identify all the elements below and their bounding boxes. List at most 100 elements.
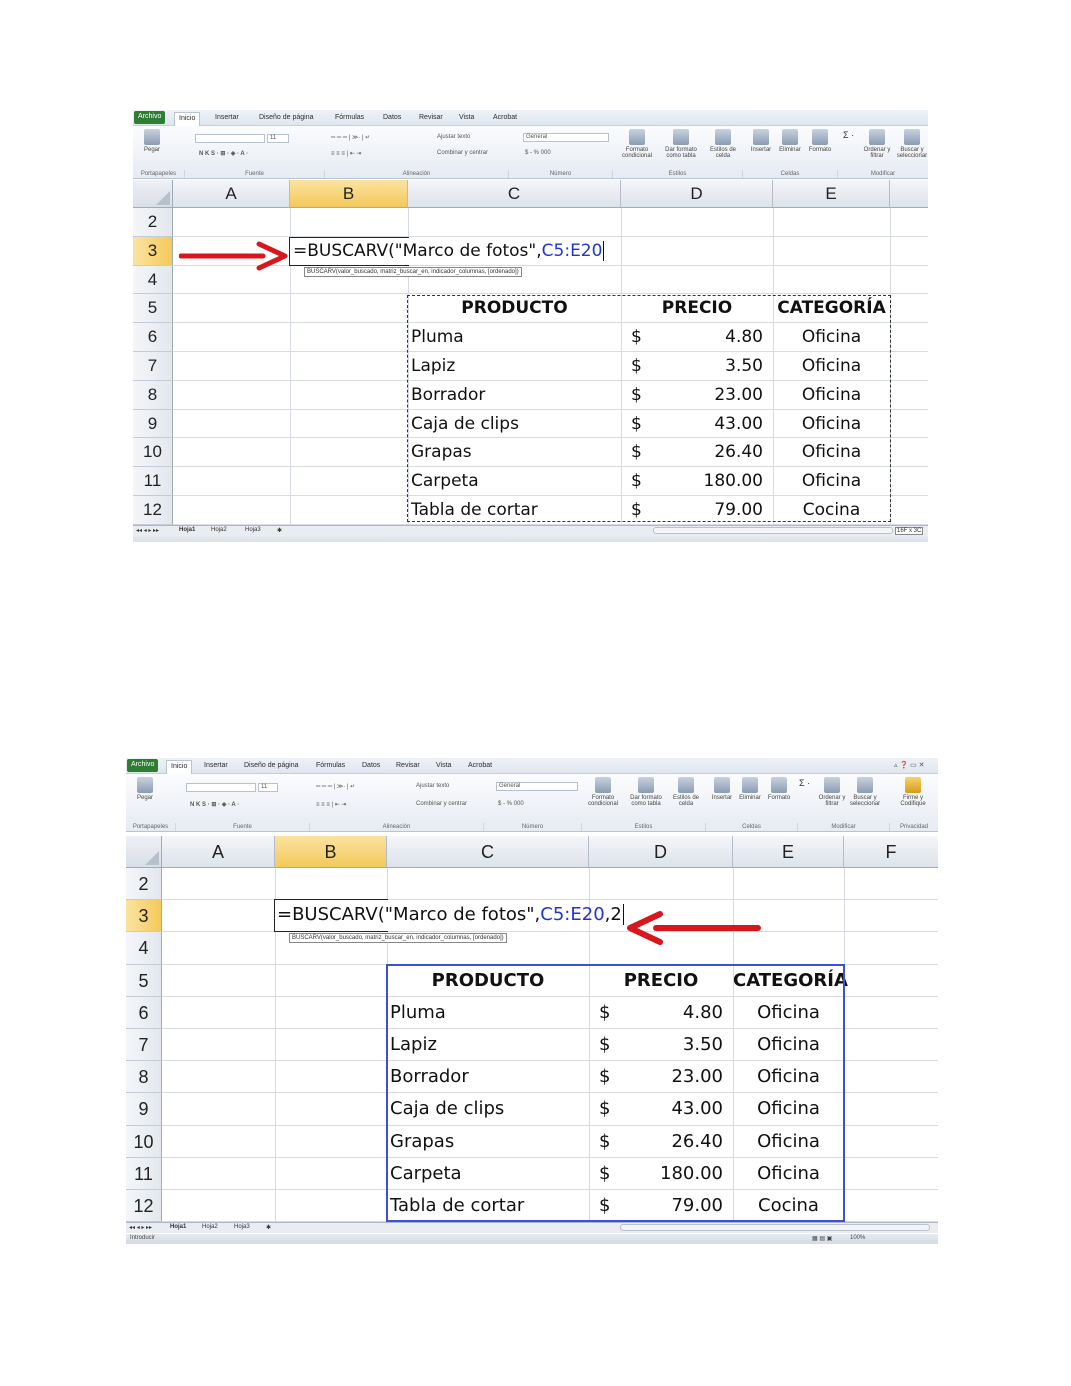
tab-revisar[interactable]: Revisar	[392, 760, 424, 774]
wrap-text-button[interactable]: Ajustar texto	[416, 783, 449, 789]
cell-styles-button[interactable]: Estilos de celda	[668, 777, 704, 807]
delete-cells-button[interactable]: Eliminar	[776, 129, 804, 153]
select-all-corner[interactable]	[126, 836, 162, 868]
row-header-6[interactable]: 6	[126, 996, 162, 1029]
cell-precio[interactable]: 3.50	[589, 1029, 723, 1061]
cell-producto[interactable]: Tabla de cortar	[411, 496, 624, 525]
wrap-text-button[interactable]: Ajustar texto	[437, 134, 470, 140]
cell-categoria[interactable]: Oficina	[773, 381, 890, 410]
sort-filter-button[interactable]: Ordenar y filtrar	[861, 129, 893, 159]
cell-categoria[interactable]: Oficina	[733, 1093, 844, 1125]
column-header-b[interactable]: B	[275, 836, 387, 868]
sum-icon[interactable]: Σ ·	[843, 130, 854, 140]
cell-producto[interactable]: Pluma	[390, 997, 592, 1029]
paste-button[interactable]: Pegar	[130, 777, 160, 801]
row-header-8[interactable]: 8	[133, 380, 173, 410]
header-producto[interactable]: PRODUCTO	[387, 965, 589, 997]
bold-button[interactable]: N K S · ⊞ · ◈ · A ·	[190, 801, 239, 808]
insert-cells-button[interactable]: Insertar	[708, 777, 736, 801]
cell-precio[interactable]: 43.00	[589, 1093, 723, 1125]
row-header-11[interactable]: 11	[133, 467, 173, 496]
tab-insertar[interactable]: Insertar	[200, 760, 232, 774]
number-format-combo[interactable]: General	[523, 133, 609, 142]
align-buttons[interactable]: ≡ ≡ ≡ | ⇤ ⇥	[331, 150, 361, 157]
insert-cells-button[interactable]: Insertar	[747, 129, 775, 153]
cell-categoria[interactable]: Oficina	[773, 410, 890, 439]
column-header-a[interactable]: A	[162, 836, 275, 868]
cell-producto[interactable]: Carpeta	[411, 467, 624, 496]
cell-precio[interactable]: 4.80	[589, 997, 723, 1029]
column-header-d[interactable]: D	[589, 836, 733, 868]
formula-text[interactable]: =BUSCARV("Marco de fotos",C5:E20,2	[277, 904, 624, 925]
cell-producto[interactable]: Pluma	[411, 323, 624, 352]
cell-producto[interactable]: Borrador	[390, 1061, 592, 1093]
column-header-b[interactable]: B	[290, 180, 408, 208]
row-header-3[interactable]: 3	[133, 236, 173, 266]
tab-vista[interactable]: Vista	[432, 760, 455, 774]
tab-acrobat[interactable]: Acrobat	[464, 760, 496, 774]
cell-precio[interactable]: 26.40	[621, 438, 763, 467]
paste-button[interactable]: Pegar	[137, 129, 167, 153]
horizontal-scrollbar[interactable]	[653, 527, 893, 534]
row-header-11[interactable]: 11	[126, 1157, 162, 1190]
format-as-table-button[interactable]: Dar formato como tabla	[661, 129, 701, 159]
cell-categoria[interactable]: Cocina	[773, 496, 890, 525]
row-header-8[interactable]: 8	[126, 1061, 162, 1094]
formula-text[interactable]: =BUSCARV("Marco de fotos",C5:E20	[293, 241, 605, 261]
row-header-5[interactable]: 5	[126, 964, 162, 997]
zoom-level[interactable]: 100%	[850, 1235, 865, 1241]
sheet-tab-hoja2[interactable]: Hoja2	[211, 527, 227, 533]
row-header-9[interactable]: 9	[133, 409, 173, 439]
currency-buttons[interactable]: $ - % 000	[525, 150, 551, 156]
tab-inicio[interactable]: Inicio	[174, 112, 201, 126]
row-header-7[interactable]: 7	[133, 352, 173, 381]
header-precio[interactable]: PRECIO	[589, 965, 733, 997]
header-categoria[interactable]: CATEGORÍA	[773, 294, 890, 323]
sort-filter-button[interactable]: Ordenar y filtrar	[816, 777, 848, 807]
sheet-nav-icon[interactable]: ◂◂ ◂ ▸ ▸▸	[136, 527, 159, 534]
row-header-9[interactable]: 9	[126, 1093, 162, 1126]
header-categoria[interactable]: CATEGORÍA	[733, 965, 848, 997]
cell-precio[interactable]: 180.00	[621, 467, 763, 496]
font-size-combo[interactable]: 11	[267, 134, 289, 143]
tab-vista[interactable]: Vista	[455, 112, 478, 126]
horizontal-scrollbar[interactable]	[620, 1224, 930, 1231]
header-producto[interactable]: PRODUCTO	[408, 294, 621, 323]
row-header-12[interactable]: 12	[126, 1190, 162, 1223]
tab-inicio[interactable]: Inicio	[166, 760, 193, 774]
row-header-6[interactable]: 6	[133, 323, 173, 352]
window-controls-icon[interactable]: ▵ ❓ ▭ ✕	[890, 760, 929, 774]
cell-precio[interactable]: 4.80	[621, 323, 763, 352]
row-header-12[interactable]: 12	[133, 496, 173, 525]
header-precio[interactable]: PRECIO	[621, 294, 773, 323]
tab-archivo[interactable]: Archivo	[127, 759, 159, 772]
tab-formulas[interactable]: Fórmulas	[331, 112, 368, 126]
column-header-f[interactable]	[890, 180, 928, 208]
tab-formulas[interactable]: Fórmulas	[312, 760, 349, 774]
font-name-combo[interactable]	[195, 134, 265, 143]
tab-archivo[interactable]: Archivo	[134, 111, 166, 124]
tab-acrobat[interactable]: Acrobat	[489, 112, 521, 126]
sheet-tab-hoja2[interactable]: Hoja2	[202, 1224, 218, 1230]
sheet-nav-icon[interactable]: ◂◂ ◂ ▸ ▸▸	[129, 1224, 152, 1231]
align-top-buttons[interactable]: ═ ═ ═ | ≫· | ↵	[316, 783, 355, 790]
cell-categoria[interactable]: Oficina	[733, 1029, 844, 1061]
sheet-tab-hoja1[interactable]: Hoja1	[170, 1224, 186, 1230]
tab-diseno-pagina[interactable]: Diseño de página	[240, 760, 303, 774]
font-name-combo[interactable]	[186, 783, 256, 792]
cell-precio[interactable]: 3.50	[621, 352, 763, 381]
row-header-3[interactable]: 3	[126, 900, 162, 933]
column-header-f[interactable]: F	[844, 836, 938, 868]
find-select-button[interactable]: Buscar y seleccionar	[895, 129, 928, 159]
cell-categoria[interactable]: Oficina	[773, 352, 890, 381]
select-all-corner[interactable]	[133, 180, 173, 208]
column-header-e[interactable]: E	[733, 836, 844, 868]
format-cells-button[interactable]: Formato	[764, 777, 794, 801]
column-header-e[interactable]: E	[773, 180, 890, 208]
cell-precio[interactable]: 23.00	[621, 381, 763, 410]
conditional-format-button[interactable]: Formato condicional	[584, 777, 622, 807]
sign-encrypt-button[interactable]: Firme y Codifique	[892, 777, 934, 807]
column-header-a[interactable]: A	[173, 180, 290, 208]
merge-center-button[interactable]: Combinar y centrar	[416, 801, 467, 807]
view-buttons-icon[interactable]: ▦ ▤ ▣	[812, 1235, 832, 1242]
